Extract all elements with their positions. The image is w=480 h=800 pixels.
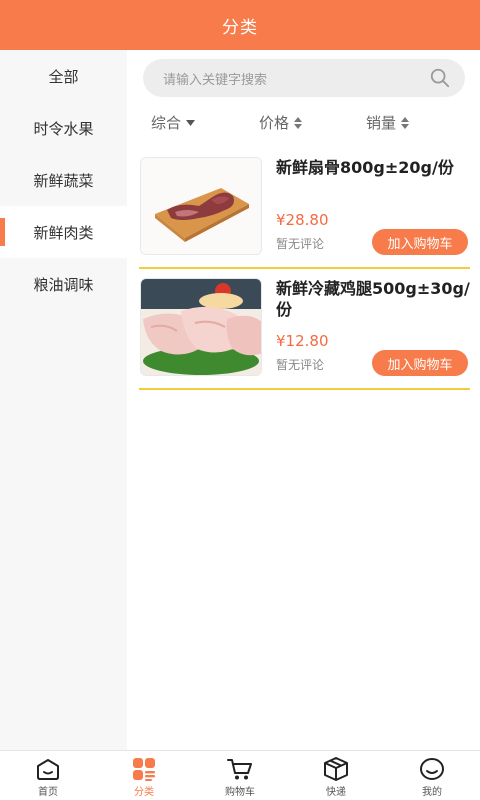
product-card[interactable]: 新鲜冷藏鸡腿500g±30g/份 ¥12.80 暂无评论 加入购物车: [139, 274, 470, 390]
sidebar-item-fresh-meat[interactable]: 新鲜肉类: [0, 206, 127, 258]
home-icon: [37, 759, 59, 780]
sidebar-item-seasonal-fruit[interactable]: 时令水果: [0, 102, 127, 154]
product-image[interactable]: [140, 157, 262, 255]
category-icon: [133, 758, 155, 781]
sidebar-item-label: 粮油调味: [33, 275, 94, 294]
sidebar-item-label: 时令水果: [33, 119, 94, 138]
sort-label: 综合: [151, 114, 182, 132]
sort-comprehensive[interactable]: 综合: [151, 112, 196, 133]
page-title: 分类: [222, 17, 258, 38]
top-header: 分类: [0, 0, 480, 50]
product-comment-status: 暂无评论: [276, 358, 325, 372]
sidebar-item-label: 全部: [48, 67, 79, 86]
sidebar-item-all[interactable]: 全部: [0, 50, 127, 102]
sort-updown-icon: [294, 116, 303, 129]
sidebar-item-fresh-vegetables[interactable]: 新鲜蔬菜: [0, 154, 127, 206]
category-sidebar: 全部 时令水果 新鲜蔬菜 新鲜肉类 粮油调味: [0, 50, 127, 750]
product-panel: 请输入关键字搜索 综合 价格 销量 新鲜扇骨800g±20g/份 ¥28.80 …: [127, 50, 480, 750]
tab-category[interactable]: 分类: [96, 751, 192, 800]
sort-updown-icon: [401, 116, 410, 129]
tab-label: 购物车: [225, 787, 255, 798]
add-to-cart-button[interactable]: 加入购物车: [372, 350, 468, 376]
sort-price[interactable]: 价格: [259, 112, 303, 133]
tab-label: 我的: [422, 787, 442, 798]
tab-express[interactable]: 快递: [288, 751, 384, 800]
add-to-cart-button[interactable]: 加入购物车: [372, 229, 468, 255]
pork-bone-image: [141, 158, 261, 254]
tab-label: 快递: [326, 787, 346, 798]
product-card[interactable]: 新鲜扇骨800g±20g/份 ¥28.80 暂无评论 加入购物车: [139, 153, 470, 269]
chicken-leg-image: [141, 279, 261, 375]
sidebar-item-grain-oil[interactable]: 粮油调味: [0, 258, 127, 310]
tab-label: 首页: [38, 787, 58, 798]
sidebar-item-label: 新鲜蔬菜: [33, 171, 94, 190]
product-price: ¥28.80: [276, 211, 329, 229]
search-icon[interactable]: [429, 67, 451, 89]
profile-icon: [420, 758, 444, 780]
sort-sales[interactable]: 销量: [366, 112, 410, 133]
search-placeholder: 请输入关键字搜索: [163, 72, 268, 88]
sort-label: 价格: [259, 114, 290, 132]
product-comment-status: 暂无评论: [276, 237, 325, 251]
product-name[interactable]: 新鲜冷藏鸡腿500g±30g/份: [276, 278, 470, 320]
bottom-tab-bar: 首页 分类 购物车 快递 我的: [0, 750, 480, 800]
tab-cart[interactable]: 购物车: [192, 751, 288, 800]
caret-down-icon: [186, 119, 196, 126]
search-input[interactable]: 请输入关键字搜索: [143, 59, 465, 97]
product-price: ¥12.80: [276, 332, 329, 350]
sort-label: 销量: [366, 114, 397, 132]
sort-bar: 综合 价格 销量: [127, 108, 480, 138]
tab-label: 分类: [134, 787, 154, 798]
product-name[interactable]: 新鲜扇骨800g±20g/份: [276, 157, 470, 178]
package-icon: [324, 757, 348, 781]
sidebar-item-label: 新鲜肉类: [33, 223, 94, 242]
tab-profile[interactable]: 我的: [384, 751, 480, 800]
product-image[interactable]: [140, 278, 262, 376]
cart-icon: [227, 759, 252, 780]
tab-home[interactable]: 首页: [0, 751, 96, 800]
app-root: 分类 全部 时令水果 新鲜蔬菜 新鲜肉类 粮油调味 请输入关键字搜索 综合 价格…: [0, 0, 480, 800]
